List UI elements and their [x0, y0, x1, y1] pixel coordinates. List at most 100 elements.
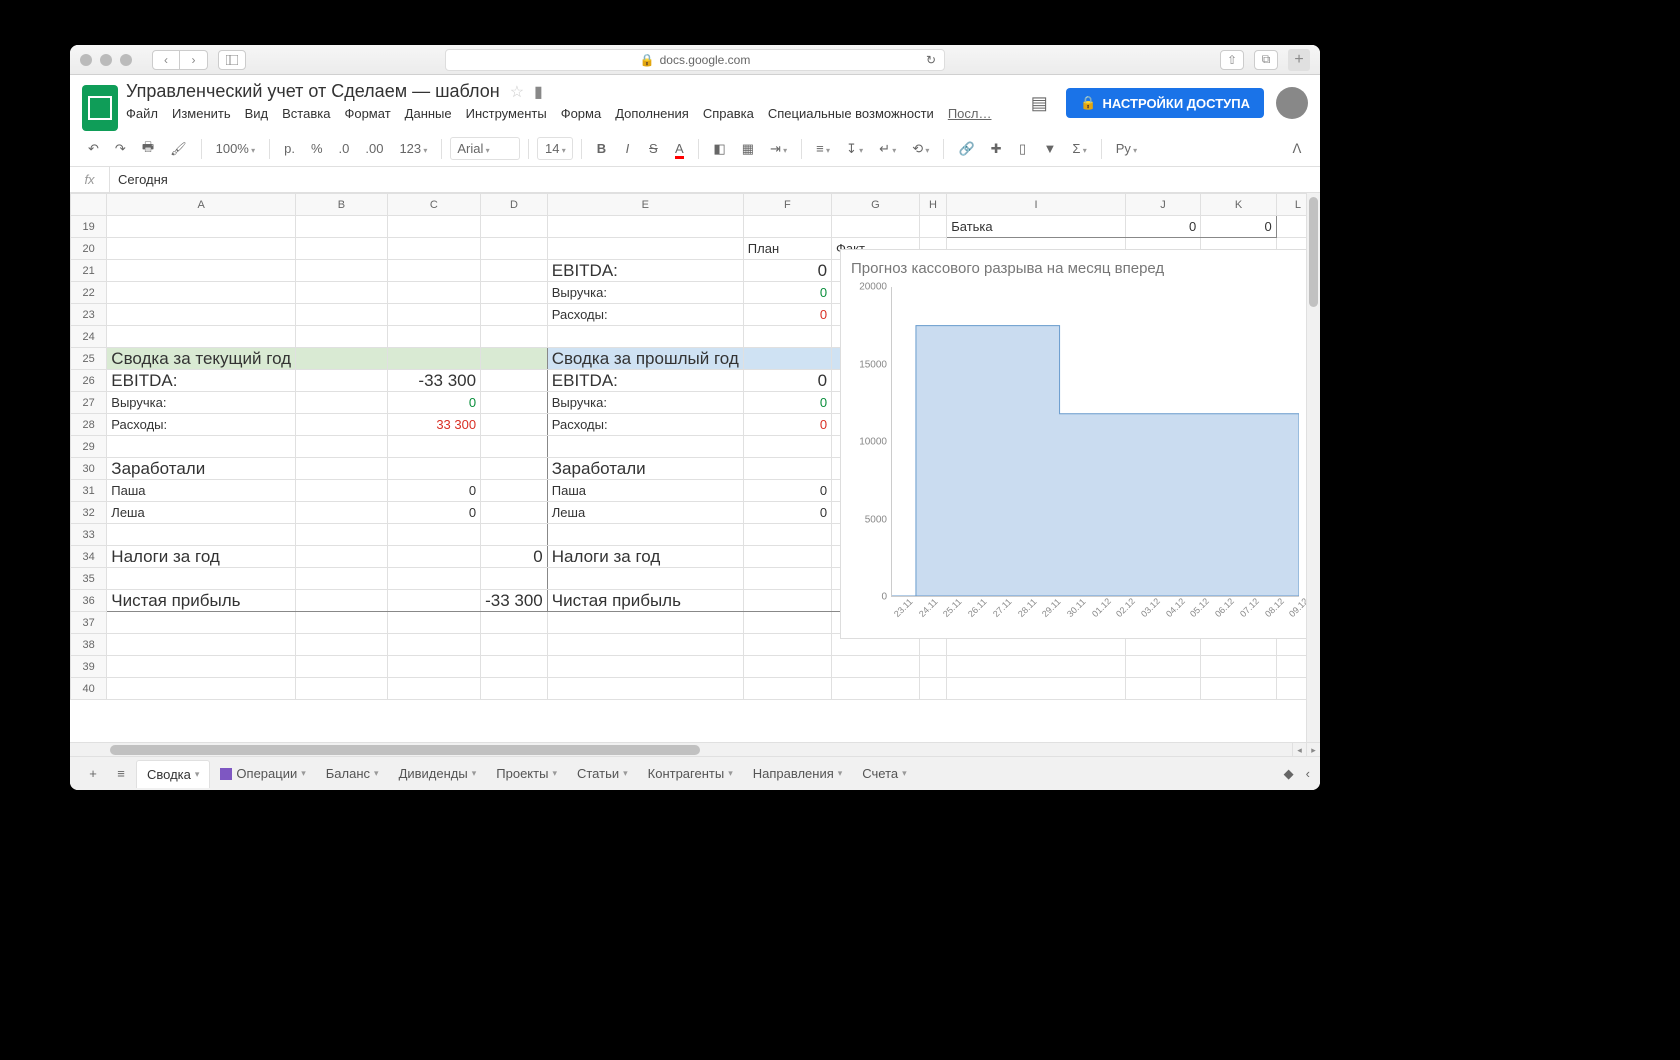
row-header-35[interactable]: 35	[71, 568, 107, 590]
cell-C24[interactable]	[387, 326, 480, 348]
side-panel-collapse-button[interactable]: ‹	[1306, 766, 1310, 781]
paint-format-button[interactable]: 🖌	[164, 137, 193, 161]
share-safari-button[interactable]: ⇧	[1220, 50, 1244, 70]
col-header-K[interactable]: K	[1201, 194, 1277, 216]
menu-file[interactable]: Файл	[126, 106, 158, 121]
cell-B31[interactable]	[296, 480, 388, 502]
cell-E40[interactable]	[547, 678, 743, 700]
new-tab-button[interactable]: +	[1288, 49, 1310, 71]
col-header-C[interactable]: C	[387, 194, 480, 216]
menu-insert[interactable]: Вставка	[282, 106, 330, 121]
row-header-37[interactable]: 37	[71, 612, 107, 634]
cell-B30[interactable]	[296, 458, 388, 480]
cell-F37[interactable]	[743, 612, 831, 634]
cell-G39[interactable]	[832, 656, 920, 678]
cell-C23[interactable]	[387, 304, 480, 326]
cell-C34[interactable]	[387, 546, 480, 568]
row-header-34[interactable]: 34	[71, 546, 107, 568]
row-header-25[interactable]: 25	[71, 348, 107, 370]
menu-help[interactable]: Справка	[703, 106, 754, 121]
cell-F23[interactable]: 0	[743, 304, 831, 326]
cell-D19[interactable]	[481, 216, 548, 238]
v-align-button[interactable]: ↧	[840, 137, 869, 161]
cell-C21[interactable]	[387, 260, 480, 282]
col-header-J[interactable]: J	[1125, 194, 1200, 216]
cell-B22[interactable]	[296, 282, 388, 304]
cell-D31[interactable]	[481, 480, 548, 502]
cell-D22[interactable]	[481, 282, 548, 304]
cell-C26[interactable]: -33 300	[387, 370, 480, 392]
cell-E38[interactable]	[547, 634, 743, 656]
cell-A19[interactable]	[107, 216, 296, 238]
cell-B24[interactable]	[296, 326, 388, 348]
cell-A32[interactable]: Леша	[107, 502, 296, 524]
row-header-33[interactable]: 33	[71, 524, 107, 546]
row-header-24[interactable]: 24	[71, 326, 107, 348]
cell-C38[interactable]	[387, 634, 480, 656]
star-icon[interactable]: ☆	[510, 82, 524, 102]
col-header-E[interactable]: E	[547, 194, 743, 216]
rotate-button[interactable]: ⟲	[906, 137, 935, 161]
cell-E26[interactable]: EBITDA:	[547, 370, 743, 392]
comment-button[interactable]: ✚	[985, 137, 1008, 161]
sheet-tab-1[interactable]: Операции▾	[210, 760, 315, 788]
col-header-B[interactable]: B	[296, 194, 388, 216]
col-header-I[interactable]: I	[947, 194, 1126, 216]
cell-D37[interactable]	[481, 612, 548, 634]
cell-F26[interactable]: 0	[743, 370, 831, 392]
menu-format[interactable]: Формат	[344, 106, 390, 121]
cell-C36[interactable]	[387, 590, 480, 612]
minimize-icon[interactable]	[100, 54, 112, 66]
cell-B26[interactable]	[296, 370, 388, 392]
cell-A28[interactable]: Расходы:	[107, 414, 296, 436]
cell-A26[interactable]: EBITDA:	[107, 370, 296, 392]
cell-I19[interactable]: Батька	[947, 216, 1126, 238]
merge-button[interactable]: ⇥	[764, 137, 793, 161]
cell-E23[interactable]: Расходы:	[547, 304, 743, 326]
cell-A31[interactable]: Паша	[107, 480, 296, 502]
undo-button[interactable]: ↶	[82, 137, 105, 161]
cell-D25[interactable]	[481, 348, 548, 370]
cell-E30[interactable]: Заработали	[547, 458, 743, 480]
cell-A37[interactable]	[107, 612, 296, 634]
cell-B25[interactable]	[296, 348, 388, 370]
cell-F21[interactable]: 0	[743, 260, 831, 282]
cell-C22[interactable]	[387, 282, 480, 304]
cell-F34[interactable]	[743, 546, 831, 568]
cell-C20[interactable]	[387, 238, 480, 260]
cell-A30[interactable]: Заработали	[107, 458, 296, 480]
reload-icon[interactable]: ↻	[926, 53, 936, 67]
cell-E32[interactable]: Леша	[547, 502, 743, 524]
add-sheet-button[interactable]: +	[80, 761, 106, 787]
doc-title[interactable]: Управленческий учет от Сделаем — шаблон	[126, 81, 500, 102]
cell-J39[interactable]	[1125, 656, 1200, 678]
redo-button[interactable]: ↷	[109, 137, 132, 161]
sheet-tab-5[interactable]: Статьи▾	[567, 760, 638, 788]
cell-A25[interactable]: Сводка за текущий год	[107, 348, 296, 370]
cell-E20[interactable]	[547, 238, 743, 260]
row-header-23[interactable]: 23	[71, 304, 107, 326]
cell-F31[interactable]: 0	[743, 480, 831, 502]
account-avatar[interactable]	[1276, 87, 1308, 119]
cell-A39[interactable]	[107, 656, 296, 678]
cell-D35[interactable]	[481, 568, 548, 590]
menu-edit[interactable]: Изменить	[172, 106, 231, 121]
cell-F35[interactable]	[743, 568, 831, 590]
cell-A27[interactable]: Выручка:	[107, 392, 296, 414]
cell-J40[interactable]	[1125, 678, 1200, 700]
cell-B36[interactable]	[296, 590, 388, 612]
cell-D27[interactable]	[481, 392, 548, 414]
link-button[interactable]: 🔗	[952, 137, 980, 161]
last-edit-link[interactable]: Посл…	[948, 106, 992, 121]
cell-E28[interactable]: Расходы:	[547, 414, 743, 436]
cell-H40[interactable]	[919, 678, 946, 700]
cell-F38[interactable]	[743, 634, 831, 656]
cell-C30[interactable]	[387, 458, 480, 480]
cell-F22[interactable]: 0	[743, 282, 831, 304]
filter-button[interactable]: ▼	[1038, 137, 1063, 160]
cell-B37[interactable]	[296, 612, 388, 634]
vertical-scrollbar[interactable]	[1306, 193, 1320, 742]
cell-D36[interactable]: -33 300	[481, 590, 548, 612]
cell-E31[interactable]: Паша	[547, 480, 743, 502]
cell-D21[interactable]	[481, 260, 548, 282]
